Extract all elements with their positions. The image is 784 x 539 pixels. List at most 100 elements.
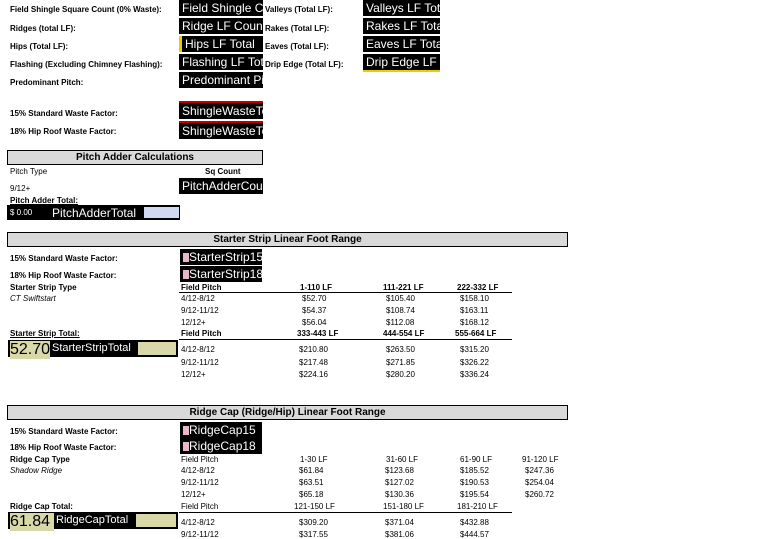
table-cell: $280.20 [386, 370, 415, 379]
table-row-pitch: 12/12+ [181, 370, 206, 379]
table-cell: $56.04 [302, 318, 327, 327]
starter-t2-header-range3: 555-664 LF [455, 329, 497, 338]
table-row-pitch: 4/12-8/12 [181, 518, 215, 527]
waste15-field[interactable]: ShingleWasteTotal15 [179, 101, 263, 119]
predominant-pitch-field[interactable]: Predominant Pitch [179, 72, 263, 88]
table-cell: $315.20 [460, 345, 489, 354]
pitch-adder-count-field[interactable]: PitchAdderCount [179, 178, 263, 194]
table-cell: $54.37 [302, 306, 327, 315]
ridge-total-label: Ridge Cap Total: [10, 502, 73, 511]
starter-waste18-label: 18% Hip Roof Waste Factor: [10, 271, 117, 280]
starter-total-box: 52.70 StarterStripTotal [8, 340, 178, 359]
table-cell: $185.52 [460, 466, 489, 475]
hips-label: Hips (Total LF): [10, 42, 69, 51]
table-cell: $371.04 [385, 518, 414, 527]
ridge-t2-header-range3: 181-210 LF [457, 502, 498, 511]
table-cell: $105.40 [386, 294, 415, 303]
starter-t1-header-range3: 222-332 LF [457, 283, 499, 292]
ridge-waste15-label: 15% Standard Waste Factor: [10, 427, 118, 436]
valleys-field[interactable]: Valleys LF Total [363, 0, 440, 16]
ridges-label: Ridges (total LF): [10, 24, 76, 33]
table-cell: $309.20 [299, 518, 328, 527]
rakes-label: Rakes (Total LF): [265, 24, 330, 33]
pitch-adder-total-field[interactable]: PitchAdderTotal [52, 206, 136, 220]
ridge-cap15-field[interactable]: RidgeCap15 [180, 422, 262, 438]
table-row-pitch: 4/12-8/12 [181, 466, 215, 475]
table-row-pitch: 9/12-11/12 [181, 306, 219, 315]
table-cell: $271.85 [386, 358, 415, 367]
starter-t1-header-pitch: Field Pitch [181, 283, 222, 292]
table-cell: $247.36 [525, 466, 554, 475]
flashing-field[interactable]: Flashing LF Total [179, 54, 263, 70]
starter-t1-header-range2: 111-221 LF [383, 283, 424, 292]
table-row-pitch: 12/12+ [181, 318, 206, 327]
ridge-t2-header-rule [179, 512, 512, 513]
valleys-label: Valleys (Total LF): [265, 5, 333, 14]
pitch-adder-total-label: Pitch Adder Total: [10, 196, 78, 205]
table-cell: $195.54 [460, 490, 489, 499]
drip-edge-field[interactable]: Drip Edge LF Total [363, 54, 440, 72]
rakes-field[interactable]: Rakes LF Total [363, 18, 440, 34]
starter-strip15-field[interactable]: StarterStrip15 [180, 249, 262, 265]
table-row-pitch: 4/12-8/12 [181, 345, 215, 354]
ridge-total-swatch [136, 514, 176, 527]
table-cell: $432.88 [460, 518, 489, 527]
starter-total-field[interactable]: StarterStripTotal [50, 342, 138, 355]
starter-t2-header-rule [179, 339, 512, 340]
starter-total-value: 52.70 [10, 341, 51, 359]
starter-strip18-field[interactable]: StarterStrip18 [180, 266, 262, 282]
waste15-label: 15% Standard Waste Factor: [10, 109, 118, 118]
table-cell: $217.48 [299, 358, 328, 367]
table-cell: $63.51 [299, 478, 324, 487]
ridge-total-value: 61.84 [10, 513, 54, 531]
pitch-adder-row-label: 9/12+ [10, 184, 31, 193]
table-cell: $210.80 [299, 345, 328, 354]
table-cell: $254.04 [525, 478, 554, 487]
starter-type-value[interactable]: CT Swiftstart [10, 294, 56, 303]
pitch-adder-total-box: $ 0.00 PitchAdderTotal [7, 205, 180, 220]
starter-total-label: Starter Strip Total: [10, 329, 80, 338]
table-cell: $168.12 [460, 318, 489, 327]
table-cell: $224.16 [299, 370, 328, 379]
table-cell: $158.10 [460, 294, 489, 303]
table-cell: $336.24 [460, 370, 489, 379]
pitch-adder-total-swatch [144, 207, 179, 218]
starter-waste15-label: 15% Standard Waste Factor: [10, 254, 118, 263]
table-cell: $260.72 [525, 490, 554, 499]
ridge-cap-header: Ridge Cap (Ridge/Hip) Linear Foot Range [7, 405, 568, 420]
ridge-t1-header-range1: 1-30 LF [300, 455, 328, 464]
table-cell: $108.74 [386, 306, 415, 315]
eaves-label: Eaves (Total LF): [265, 42, 329, 51]
waste18-label: 18% Hip Roof Waste Factor: [10, 127, 117, 136]
table-cell: $52.70 [302, 294, 327, 303]
starter-t2-header-range1: 333-443 LF [297, 329, 339, 338]
ridge-t2-header-pitch: Field Pitch [181, 502, 219, 511]
ridge-cap18-field[interactable]: RidgeCap18 [180, 438, 262, 454]
ridge-t1-header-pitch: Field Pitch [181, 455, 219, 464]
starter-type-label: Starter Strip Type [10, 283, 77, 292]
ridge-total-box: 61.84 RidgeCapTotal [8, 512, 178, 531]
table-cell: $65.18 [299, 490, 324, 499]
hips-field[interactable]: Hips LF Total [179, 36, 263, 52]
ridge-type-value[interactable]: Shadow Ridge [10, 466, 62, 475]
field-shingle-field[interactable]: Field Shingle Count [179, 0, 263, 16]
ridge-t2-header-range1: 121-150 LF [294, 502, 335, 511]
flashing-label: Flashing (Excluding Chimney Flashing): [10, 60, 163, 69]
ridge-type-label: Ridge Cap Type [10, 455, 70, 464]
starter-total-swatch [138, 342, 176, 355]
eaves-field[interactable]: Eaves LF Total [363, 36, 440, 52]
starter-t1-header-rule [179, 292, 512, 293]
pitch-type-col-header: Pitch Type [10, 167, 48, 176]
table-cell: $263.50 [386, 345, 415, 354]
waste18-field[interactable]: ShingleWasteTotal18 [179, 121, 263, 139]
ridges-field[interactable]: Ridge LF Count [179, 18, 263, 34]
table-cell: $112.08 [386, 318, 415, 327]
ridge-total-field[interactable]: RidgeCapTotal [54, 514, 136, 527]
predominant-pitch-label: Predominant Pitch: [10, 78, 84, 87]
table-cell: $130.36 [385, 490, 414, 499]
ridge-t1-header-range3: 61-90 LF [460, 455, 493, 464]
starter-t2-header-range2: 444-554 LF [383, 329, 425, 338]
ridge-waste18-label: 18% Hip Roof Waste Factor: [10, 443, 117, 452]
table-cell: $326.22 [460, 358, 489, 367]
table-cell: $127.02 [385, 478, 414, 487]
